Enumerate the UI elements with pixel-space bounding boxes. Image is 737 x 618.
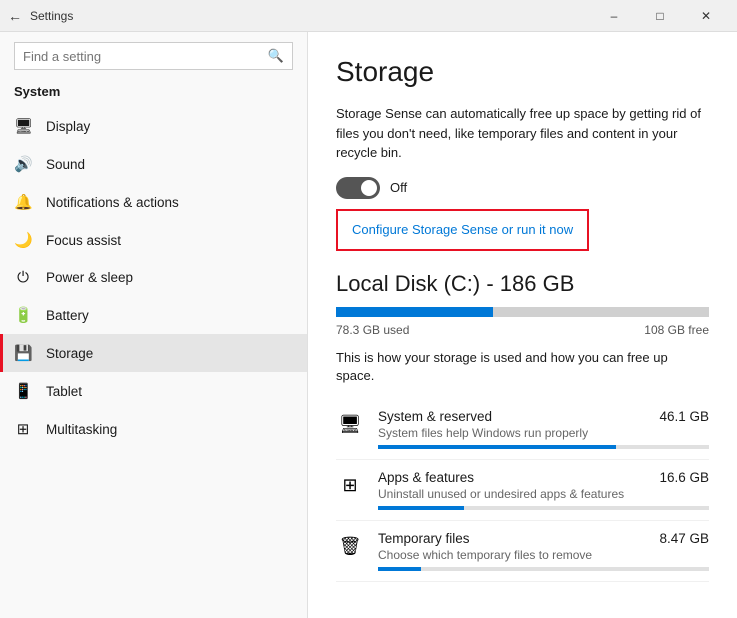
title-bar: ← Settings – □ ✕ <box>0 0 737 32</box>
storage-bar-fill-system <box>378 445 616 449</box>
storage-name-temp[interactable]: Temporary files <box>378 531 470 546</box>
storage-desc-system: System files help Windows run properly <box>378 426 709 440</box>
sidebar-label-focus: Focus assist <box>46 233 121 248</box>
storage-items-list: 🖥 System & reserved 46.1 GB System files… <box>336 399 709 582</box>
storage-size-temp: 8.47 GB <box>659 531 709 546</box>
storage-info-system: System & reserved 46.1 GB System files h… <box>378 409 709 449</box>
sidebar-icon-display: 🖥 <box>14 117 32 135</box>
sidebar-label-storage: Storage <box>46 346 93 361</box>
sidebar-label-display: Display <box>46 119 90 134</box>
storage-bar-temp <box>378 567 709 571</box>
configure-link-box: Configure Storage Sense or run it now <box>336 209 589 251</box>
toggle-label: Off <box>390 180 407 195</box>
storage-sense-description: Storage Sense can automatically free up … <box>336 104 709 163</box>
content-panel: Storage Storage Sense can automatically … <box>308 32 737 618</box>
sidebar-icon-sound: 🔊 <box>14 155 32 173</box>
storage-icon-apps: ⊞ <box>336 472 364 500</box>
storage-bar-apps <box>378 506 709 510</box>
sidebar-icon-power: ⏻ <box>14 269 32 286</box>
storage-item-apps: ⊞ Apps & features 16.6 GB Uninstall unus… <box>336 460 709 521</box>
disk-bar-fill <box>336 307 493 317</box>
sidebar-icon-multitasking: ⊞ <box>14 420 32 438</box>
disk-title: Local Disk (C:) - 186 GB <box>336 271 709 297</box>
sidebar-icon-storage: 💾 <box>14 344 32 362</box>
storage-size-apps: 16.6 GB <box>659 470 709 485</box>
disk-description: This is how your storage is used and how… <box>336 349 709 385</box>
sidebar-label-battery: Battery <box>46 308 89 323</box>
storage-name-apps[interactable]: Apps & features <box>378 470 474 485</box>
storage-info-apps: Apps & features 16.6 GB Uninstall unused… <box>378 470 709 510</box>
storage-sense-toggle[interactable] <box>336 177 380 199</box>
disk-bar-labels: 78.3 GB used 108 GB free <box>336 323 709 337</box>
back-button[interactable]: ← <box>8 8 22 24</box>
close-button[interactable]: ✕ <box>683 0 729 32</box>
storage-size-system: 46.1 GB <box>659 409 709 424</box>
storage-sense-toggle-row: Off <box>336 177 709 199</box>
sidebar-item-battery[interactable]: 🔋 Battery <box>0 296 307 334</box>
sidebar-icon-notifications: 🔔 <box>14 193 32 211</box>
sidebar-label-power: Power & sleep <box>46 270 133 285</box>
sidebar-label-multitasking: Multitasking <box>46 422 117 437</box>
search-icon: 🔍 <box>268 48 284 64</box>
minimize-button[interactable]: – <box>591 0 637 32</box>
disk-bar <box>336 307 709 317</box>
page-title: Storage <box>336 56 709 88</box>
sidebar-label-sound: Sound <box>46 157 85 172</box>
storage-info-temp: Temporary files 8.47 GB Choose which tem… <box>378 531 709 571</box>
storage-icon-system: 🖥 <box>336 411 364 439</box>
storage-row-temp: Temporary files 8.47 GB <box>378 531 709 546</box>
sidebar-item-power[interactable]: ⏻ Power & sleep <box>0 259 307 296</box>
sidebar-item-focus[interactable]: 🌙 Focus assist <box>0 221 307 259</box>
sidebar-nav: 🖥 Display 🔊 Sound 🔔 Notifications & acti… <box>0 107 307 448</box>
sidebar-icon-focus: 🌙 <box>14 231 32 249</box>
toggle-knob <box>361 180 377 196</box>
sidebar-item-sound[interactable]: 🔊 Sound <box>0 145 307 183</box>
sidebar-item-tablet[interactable]: 📱 Tablet <box>0 372 307 410</box>
maximize-button[interactable]: □ <box>637 0 683 32</box>
storage-row-apps: Apps & features 16.6 GB <box>378 470 709 485</box>
storage-item-temp: 🗑 Temporary files 8.47 GB Choose which t… <box>336 521 709 582</box>
sidebar-item-display[interactable]: 🖥 Display <box>0 107 307 145</box>
configure-link[interactable]: Configure Storage Sense or run it now <box>352 222 573 237</box>
search-input[interactable] <box>23 49 260 64</box>
sidebar-label-notifications: Notifications & actions <box>46 195 179 210</box>
main-layout: 🔍 System 🖥 Display 🔊 Sound 🔔 Notificatio… <box>0 32 737 618</box>
storage-item-system: 🖥 System & reserved 46.1 GB System files… <box>336 399 709 460</box>
sidebar-icon-tablet: 📱 <box>14 382 32 400</box>
storage-bar-system <box>378 445 709 449</box>
storage-row-system: System & reserved 46.1 GB <box>378 409 709 424</box>
sidebar-item-multitasking[interactable]: ⊞ Multitasking <box>0 410 307 448</box>
storage-desc-temp: Choose which temporary files to remove <box>378 548 709 562</box>
sidebar-label-tablet: Tablet <box>46 384 82 399</box>
title-bar-label: Settings <box>30 9 591 23</box>
sidebar-item-notifications[interactable]: 🔔 Notifications & actions <box>0 183 307 221</box>
sidebar: 🔍 System 🖥 Display 🔊 Sound 🔔 Notificatio… <box>0 32 308 618</box>
storage-name-system[interactable]: System & reserved <box>378 409 492 424</box>
storage-icon-temp: 🗑 <box>336 533 364 561</box>
storage-bar-fill-temp <box>378 567 421 571</box>
storage-desc-apps: Uninstall unused or undesired apps & fea… <box>378 487 709 501</box>
disk-free-label: 108 GB free <box>644 323 709 337</box>
sidebar-icon-battery: 🔋 <box>14 306 32 324</box>
window-controls: – □ ✕ <box>591 0 729 32</box>
disk-used-label: 78.3 GB used <box>336 323 409 337</box>
storage-bar-fill-apps <box>378 506 464 510</box>
sidebar-item-storage[interactable]: 💾 Storage <box>0 334 307 372</box>
search-box[interactable]: 🔍 <box>14 42 293 70</box>
sidebar-section-label: System <box>0 80 307 107</box>
